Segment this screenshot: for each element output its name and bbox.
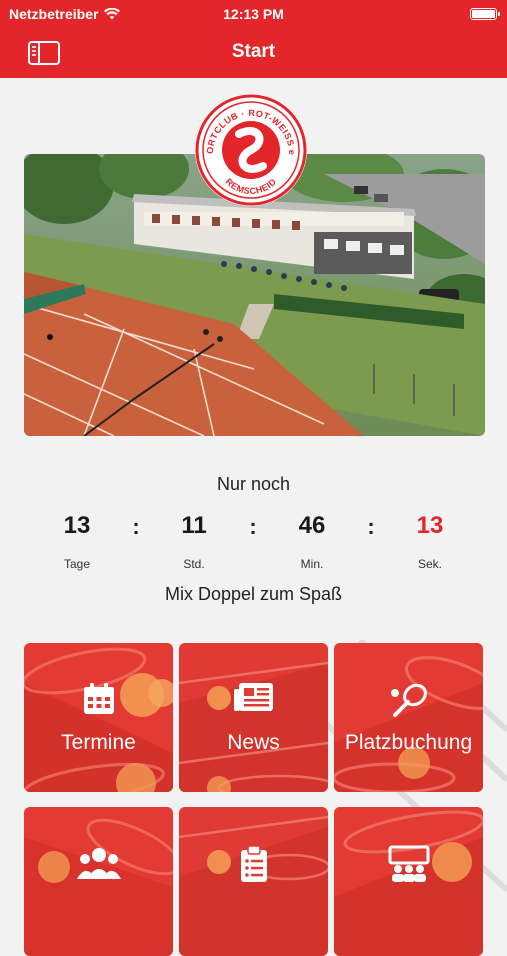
tile-platzbuchung[interactable]: Platzbuchung <box>334 643 483 792</box>
navigation-bar: Start <box>0 28 507 78</box>
countdown-hours-label: Std. <box>183 557 205 571</box>
tile-label: Termine <box>61 731 136 754</box>
countdown-seconds-label: Sek. <box>417 557 442 571</box>
tile-team[interactable] <box>334 807 483 956</box>
countdown-minutes: 46 <box>298 512 326 539</box>
countdown-separator: : <box>249 514 257 539</box>
tile-group[interactable] <box>24 807 173 956</box>
club-logo: SPORTCLUB · ROT-WEISS e.V. REMSCHEID <box>192 86 307 206</box>
tile-label: News <box>227 731 280 754</box>
calendar-icon <box>83 683 114 714</box>
tile-termine[interactable]: Termine <box>24 643 173 792</box>
status-bar: Netzbetreiber 12:13 PM <box>0 0 507 28</box>
tile-clipboard[interactable] <box>179 807 328 956</box>
countdown-seconds: 13 <box>416 512 444 539</box>
team-board-icon <box>388 845 429 882</box>
racket-ball-icon <box>390 683 427 717</box>
countdown-title: Nur noch <box>216 474 291 494</box>
countdown-days-label: Tage <box>63 557 91 571</box>
page-title: Start <box>231 41 276 62</box>
event-name: Mix Doppel zum Spaß <box>164 584 343 604</box>
tile-news[interactable]: News <box>179 643 328 792</box>
countdown-hours: 11 <box>181 512 207 539</box>
group-icon <box>76 848 121 879</box>
countdown-days: 13 <box>63 512 91 539</box>
countdown-minutes-label: Min. <box>300 557 324 571</box>
countdown-separator: : <box>367 514 375 539</box>
tile-label: Platzbuchung <box>344 731 473 754</box>
newspaper-icon <box>233 683 273 711</box>
status-time: 12:13 PM <box>223 6 284 22</box>
battery-icon <box>470 8 500 20</box>
countdown-separator: : <box>132 514 140 539</box>
clipboard-icon <box>240 845 267 882</box>
